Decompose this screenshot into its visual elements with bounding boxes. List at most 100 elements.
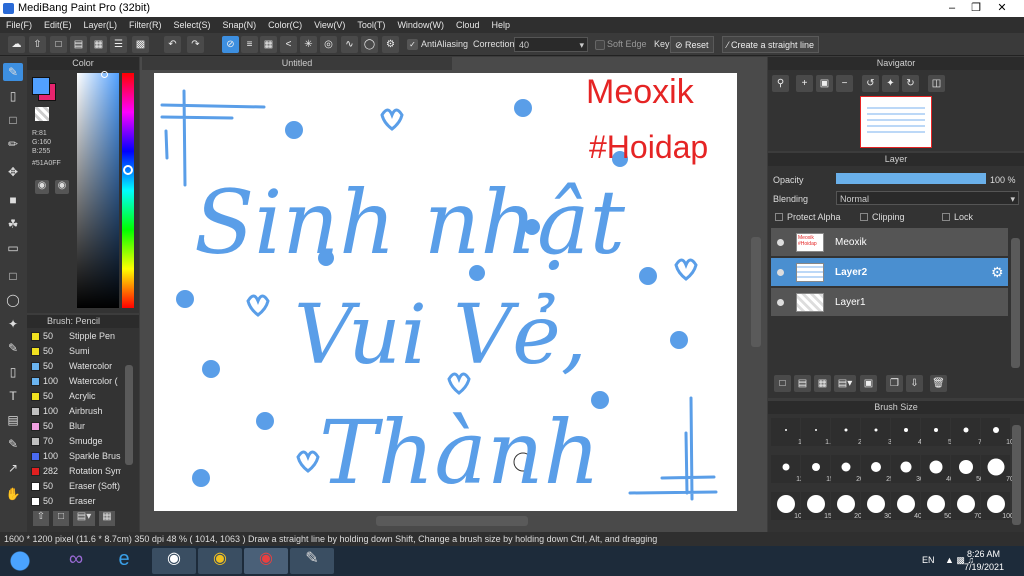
merge-down-icon[interactable]: ⇩ [906, 375, 923, 392]
perspective-snap-icon[interactable]: < [280, 36, 297, 53]
zoom-out-icon[interactable]: − [836, 75, 853, 92]
fill-rect-icon[interactable]: ■ [3, 191, 23, 209]
coccoc-icon[interactable]: ◉ [152, 548, 196, 574]
add-brush-icon[interactable]: ⇧ [33, 511, 49, 526]
correction-select[interactable]: 40 ▾ [514, 37, 588, 52]
ellipse-snap-icon[interactable]: ◯ [361, 36, 378, 53]
brush-list-item[interactable]: 50 Blur [29, 419, 121, 434]
horizontal-scrollbar[interactable] [376, 516, 528, 526]
grid-snap-icon[interactable]: ▦ [260, 36, 277, 53]
visual-studio-icon[interactable]: ∞ [56, 548, 96, 574]
brush-size-option[interactable]: 7 [951, 418, 982, 446]
medibang-icon[interactable]: ◉ [244, 548, 288, 574]
new-8bit-layer-icon[interactable]: ▦ [814, 375, 831, 392]
edit-tool-icon[interactable]: ↗ [3, 459, 23, 477]
select-tool-icon[interactable]: □ [3, 267, 23, 285]
maximize-button[interactable]: ❐ [964, 0, 988, 16]
visibility-icon[interactable] [777, 269, 784, 276]
clipping-checkbox[interactable] [860, 213, 868, 221]
duplicate-layer-icon[interactable]: ❐ [886, 375, 903, 392]
brush-size-scrollbar[interactable] [1012, 425, 1021, 525]
menu-file[interactable]: File(F) [0, 17, 38, 33]
radial-snap-icon[interactable]: ✳ [300, 36, 317, 53]
menu-window[interactable]: Window(W) [391, 17, 450, 33]
brush-size-option[interactable]: 1.5 [801, 418, 835, 446]
menu-snap[interactable]: Snap(N) [217, 17, 263, 33]
color-mode-icon[interactable]: ◉ [55, 180, 69, 194]
brush-size-option[interactable]: 30 [891, 455, 924, 483]
brush-list-item[interactable]: 282 Rotation Sym [29, 464, 121, 479]
eraser-tool-icon[interactable]: ▯ [3, 87, 23, 105]
brush-list-item[interactable]: 50 Stipple Pen [29, 329, 121, 344]
fit-icon[interactable]: ▣ [816, 75, 833, 92]
layer-row-layer1[interactable]: Layer1 [771, 288, 1008, 317]
paint-icon[interactable]: ✎ [290, 548, 334, 574]
reset-button[interactable]: ⊘ Reset [670, 36, 714, 53]
brush-size-option[interactable]: 12 [771, 455, 804, 483]
brush-list-item[interactable]: 70 Smudge [29, 434, 121, 449]
dot-tool-icon[interactable]: □ [3, 111, 23, 129]
cloud-icon[interactable]: ☁ [8, 36, 25, 53]
menu-tool[interactable]: Tool(T) [351, 17, 391, 33]
magic-wand-icon[interactable]: ✦ [3, 315, 23, 333]
brush-list-item[interactable]: 50 Sumi [29, 344, 121, 359]
brush-list-item[interactable]: 100 Sparkle Brush [29, 449, 121, 464]
parallel-snap-icon[interactable]: ≡ [241, 36, 258, 53]
list-icon[interactable]: ☰ [110, 36, 127, 53]
text-tool-icon[interactable]: T [3, 387, 23, 405]
drawing-canvas[interactable]: Meoxik #Hoidap Sinh nhật Vui Vẻ, Thành [154, 73, 737, 511]
layer-row-meoxik[interactable]: Meoxik #Hoidap Meoxik [771, 228, 1008, 257]
brush-size-option[interactable]: 150 [801, 492, 836, 520]
brush-settings-icon[interactable]: ▦ [99, 511, 115, 526]
brush-size-option[interactable]: 1000 [981, 492, 1018, 520]
menu-cloud[interactable]: Cloud [450, 17, 486, 33]
menu-select[interactable]: Select(S) [168, 17, 217, 33]
flip-icon[interactable]: ◫ [928, 75, 945, 92]
layer-add-menu-icon[interactable]: ▤▾ [834, 375, 856, 392]
brush-size-option[interactable]: 15 [801, 455, 834, 483]
brush-list-item[interactable]: 50 Eraser (Soft) [29, 479, 121, 494]
brush-size-option[interactable]: 700 [951, 492, 986, 520]
redo-icon[interactable]: ↷ [187, 36, 204, 53]
share-icon[interactable]: ⇧ [29, 36, 46, 53]
straight-line-button[interactable]: ⁄ Create a straight line [722, 36, 820, 53]
sv-picker-handle[interactable] [101, 71, 108, 78]
menu-view[interactable]: View(V) [308, 17, 351, 33]
antialiasing-checkbox[interactable]: ✓ [407, 39, 418, 50]
close-button[interactable]: ✕ [990, 0, 1014, 16]
select-eraser-icon[interactable]: ▯ [3, 363, 23, 381]
brush-size-option[interactable]: 300 [861, 492, 896, 520]
hue-slider-handle[interactable] [123, 165, 133, 175]
document-icon[interactable]: ▦ [90, 36, 107, 53]
zoom-in-icon[interactable]: + [796, 75, 813, 92]
brush-list-item[interactable]: 50 Eraser [29, 494, 121, 509]
vertical-scrollbar[interactable] [751, 237, 761, 347]
pen-tool-icon[interactable]: ✏ [3, 135, 23, 153]
protect-alpha-checkbox[interactable] [775, 213, 783, 221]
hue-slider[interactable] [122, 73, 134, 308]
soft-edge-checkbox[interactable] [595, 40, 605, 50]
minimize-button[interactable]: – [940, 0, 964, 16]
panel-icon[interactable]: ▩ [132, 36, 149, 53]
opacity-slider[interactable] [836, 173, 986, 184]
brush-size-option[interactable]: 50 [951, 455, 984, 483]
reset-view-icon[interactable]: ✦ [882, 75, 899, 92]
blending-select[interactable]: Normal ▾ [836, 191, 1019, 205]
brush-list-item[interactable]: 100 Airbrush [29, 404, 121, 419]
brush-list-item[interactable]: 100 Watercolor ( [29, 374, 121, 389]
brush-size-option[interactable]: 1 [771, 418, 802, 446]
brush-size-option[interactable]: 25 [861, 455, 894, 483]
gradient-tool-icon[interactable]: ▭ [3, 239, 23, 257]
document-tab[interactable]: Untitled [142, 57, 452, 70]
transparent-swatch[interactable] [35, 107, 49, 121]
brush-size-option[interactable]: 10 [981, 418, 1014, 446]
chat-icon[interactable]: □ [50, 36, 67, 53]
select-pen-icon[interactable]: ✎ [3, 339, 23, 357]
menu-edit[interactable]: Edit(E) [38, 17, 78, 33]
brush-size-option[interactable]: 400 [891, 492, 926, 520]
brush-size-option[interactable]: 4 [891, 418, 922, 446]
menu-filter[interactable]: Filter(R) [123, 17, 168, 33]
visibility-icon[interactable] [777, 299, 784, 306]
rotate-right-icon[interactable]: ↻ [902, 75, 919, 92]
rotate-left-icon[interactable]: ↺ [862, 75, 879, 92]
